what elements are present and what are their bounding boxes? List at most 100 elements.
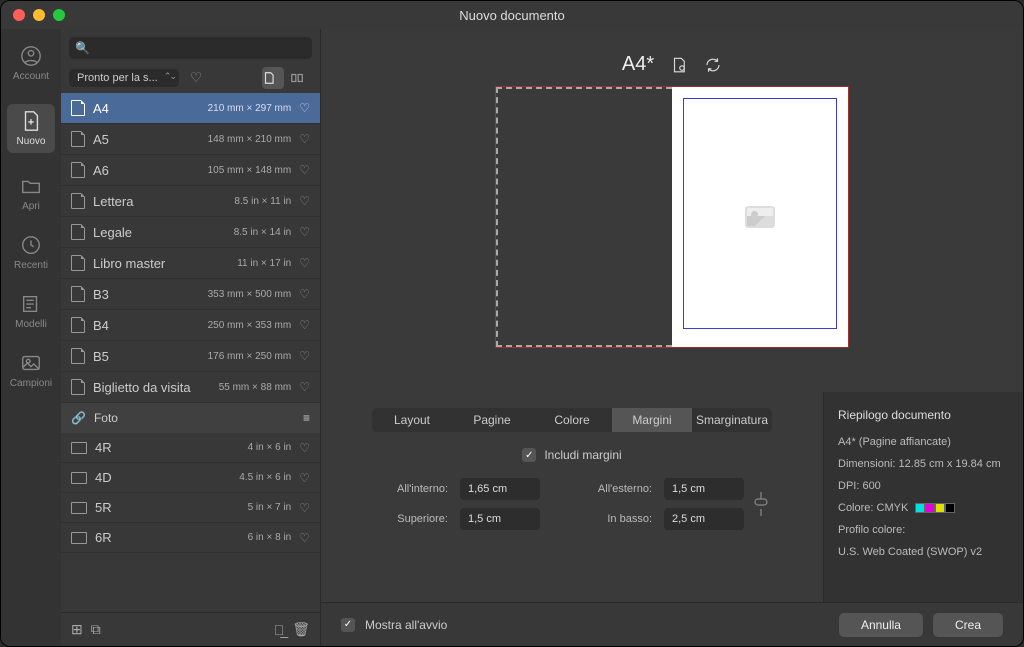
- heart-icon[interactable]: ♡: [299, 441, 310, 455]
- preview-area: A4*: [321, 29, 1023, 392]
- heart-icon[interactable]: ♡: [299, 101, 310, 115]
- tab-pages[interactable]: Pagine: [452, 408, 532, 432]
- preset-item[interactable]: Biglietto da visita55 mm × 88 mm♡: [61, 372, 320, 403]
- margin-outer-label: All'esterno:: [562, 483, 652, 495]
- page-icon: [71, 286, 85, 302]
- preview-right-page: [672, 87, 848, 347]
- preset-item[interactable]: 4D4.5 in × 6 in♡: [61, 463, 320, 493]
- page-icon: [71, 100, 85, 116]
- search-input[interactable]: [69, 37, 312, 59]
- heart-icon[interactable]: ♡: [299, 318, 310, 332]
- preset-item[interactable]: B4250 mm × 353 mm♡: [61, 310, 320, 341]
- heart-icon[interactable]: ♡: [299, 256, 310, 270]
- preset-item[interactable]: Legale8.5 in × 14 in♡: [61, 217, 320, 248]
- margin-bottom-input[interactable]: [664, 508, 744, 530]
- heart-icon[interactable]: ♡: [299, 501, 310, 515]
- cancel-button[interactable]: Annulla: [839, 613, 923, 637]
- heart-icon[interactable]: ♡: [299, 194, 310, 208]
- preset-item[interactable]: A6105 mm × 148 mm♡: [61, 155, 320, 186]
- heart-icon[interactable]: ♡: [299, 349, 310, 363]
- sidebar-item-label: Account: [13, 71, 49, 82]
- photo-icon: [71, 532, 87, 544]
- show-on-start-checkbox[interactable]: ✓: [341, 618, 355, 632]
- link-margins-icon[interactable]: [746, 490, 776, 518]
- add-preset-icon[interactable]: ⊞: [71, 621, 83, 638]
- show-on-start-label: Mostra all'avvio: [365, 618, 447, 632]
- sidebar-item-label: Recenti: [14, 260, 48, 271]
- heart-icon[interactable]: ♡: [299, 225, 310, 239]
- user-icon: [20, 45, 42, 67]
- preset-item[interactable]: Libro master11 in × 17 in♡: [61, 248, 320, 279]
- new-document-icon: [20, 110, 42, 132]
- heart-icon[interactable]: ♡: [299, 163, 310, 177]
- preset-item[interactable]: 6R6 in × 8 in♡: [61, 523, 320, 553]
- tab-bleed[interactable]: Smarginatura: [692, 408, 772, 432]
- preset-item[interactable]: B5176 mm × 250 mm♡: [61, 341, 320, 372]
- presets-footer: ⊞ ⧉ Ａ̲ 🗑: [61, 612, 320, 646]
- image-icon: [20, 352, 42, 374]
- preset-item[interactable]: 4R4 in × 6 in♡: [61, 433, 320, 463]
- presets-list[interactable]: A4210 mm × 297 mm♡ A5148 mm × 210 mm♡ A6…: [61, 93, 320, 612]
- preset-item[interactable]: 5R5 in × 7 in♡: [61, 493, 320, 523]
- preset-item[interactable]: A5148 mm × 210 mm♡: [61, 124, 320, 155]
- photo-icon: [71, 472, 87, 484]
- sidebar-item-new[interactable]: Nuovo: [7, 104, 55, 153]
- filter-dropdown[interactable]: Pronto per la s...: [69, 69, 179, 87]
- templates-icon: [20, 293, 42, 315]
- favorites-filter-button[interactable]: ♡: [185, 67, 207, 89]
- margin-inner-input[interactable]: [460, 478, 540, 500]
- sidebar-item-label: Nuovo: [17, 136, 46, 147]
- page-icon: [71, 224, 85, 240]
- view-list-button[interactable]: [262, 67, 284, 89]
- category-header[interactable]: 🔗Foto≡: [61, 403, 320, 433]
- page-icon: [71, 348, 85, 364]
- sidebar-item-samples[interactable]: Campioni: [7, 352, 55, 389]
- margin-top-label: Superiore:: [368, 513, 448, 525]
- rename-icon[interactable]: Ａ̲: [274, 622, 285, 638]
- sidebar-item-open[interactable]: Apri: [7, 175, 55, 212]
- heart-icon[interactable]: ♡: [299, 287, 310, 301]
- margin-top-input[interactable]: [460, 508, 540, 530]
- tab-margins[interactable]: Margini: [612, 408, 692, 432]
- margin-outer-input[interactable]: [664, 478, 744, 500]
- page-setup-icon[interactable]: [670, 56, 688, 74]
- delete-icon[interactable]: 🗑: [292, 621, 310, 638]
- heart-icon[interactable]: ♡: [299, 471, 310, 485]
- heart-icon[interactable]: ♡: [299, 380, 310, 394]
- sidebar-item-label: Campioni: [10, 378, 52, 389]
- titlebar: Nuovo documento: [1, 1, 1023, 29]
- summary-dpi: DPI: 600: [838, 480, 1009, 492]
- preset-item[interactable]: B3353 mm × 500 mm♡: [61, 279, 320, 310]
- sidebar-item-templates[interactable]: Modelli: [7, 293, 55, 330]
- search-icon: 🔍: [75, 41, 90, 55]
- preview-title: A4*: [622, 53, 654, 76]
- photo-icon: [71, 502, 87, 514]
- tab-layout[interactable]: Layout: [372, 408, 452, 432]
- add-category-icon[interactable]: ⧉: [91, 621, 101, 638]
- sidebar-item-label: Modelli: [15, 319, 47, 330]
- photo-icon: [71, 442, 87, 454]
- summary-format: A4* (Pagine affiancate): [838, 436, 1009, 448]
- page-icon: [71, 379, 85, 395]
- window-title: Nuovo documento: [1, 8, 1023, 23]
- heart-icon[interactable]: ♡: [299, 531, 310, 545]
- view-grid-button[interactable]: [290, 67, 312, 89]
- refresh-icon[interactable]: [704, 56, 722, 74]
- include-margins-label: Includi margini: [544, 448, 621, 462]
- sidebar-item-account[interactable]: Account: [7, 45, 55, 82]
- include-margins-checkbox[interactable]: ✓: [522, 448, 536, 462]
- create-button[interactable]: Crea: [933, 613, 1003, 637]
- heart-icon[interactable]: ♡: [299, 132, 310, 146]
- page-icon: [71, 193, 85, 209]
- summary-panel: Riepilogo documento A4* (Pagine affianca…: [823, 392, 1023, 602]
- preset-item[interactable]: A4210 mm × 297 mm♡: [61, 93, 320, 124]
- bottom-bar: ✓ Mostra all'avvio Annulla Crea: [321, 602, 1023, 646]
- summary-profile-label: Profilo colore:: [838, 524, 1009, 536]
- preset-item[interactable]: Lettera8.5 in × 11 in♡: [61, 186, 320, 217]
- tab-color[interactable]: Colore: [532, 408, 612, 432]
- sidebar-item-label: Apri: [22, 201, 40, 212]
- sidebar-item-recent[interactable]: Recenti: [7, 234, 55, 271]
- summary-profile-value: U.S. Web Coated (SWOP) v2: [838, 546, 1009, 558]
- menu-icon[interactable]: ≡: [303, 411, 310, 425]
- page-icon: [71, 317, 85, 333]
